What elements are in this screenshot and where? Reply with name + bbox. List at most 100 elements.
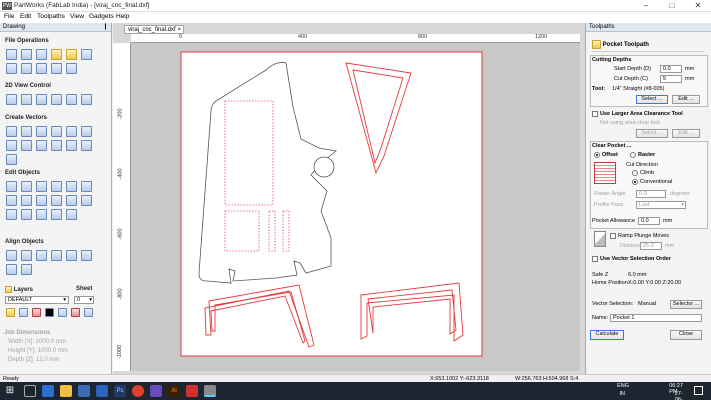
job-setup-icon[interactable]	[81, 49, 92, 60]
circle-hole-vector[interactable]	[313, 156, 335, 178]
node-edit-icon[interactable]	[21, 181, 32, 192]
minimize-icon[interactable]: –	[633, 0, 659, 12]
start-depth-input[interactable]: 0.0	[660, 65, 682, 73]
toolpath-name-input[interactable]: Pocket 1	[610, 314, 702, 322]
redo-icon[interactable]	[21, 63, 32, 74]
language-indicator[interactable]: ENG	[617, 383, 629, 389]
conventional-radio[interactable]	[632, 179, 638, 185]
dimension-icon[interactable]	[51, 140, 62, 151]
layer-select[interactable]: DEFAULT ▾	[5, 296, 69, 304]
zoom-in-icon[interactable]	[21, 94, 32, 105]
align-top-icon[interactable]	[81, 250, 92, 261]
extend-icon[interactable]	[36, 209, 47, 220]
raster-angle-input[interactable]: 0.0	[636, 190, 666, 198]
sheet-select[interactable]: 0 ▾	[74, 296, 94, 304]
mirror-icon[interactable]	[66, 181, 77, 192]
tool-select-button[interactable]: Select ...	[636, 95, 668, 104]
profile-pass-select[interactable]: Last ▾	[636, 201, 686, 209]
draw-curve-icon[interactable]	[6, 154, 17, 165]
larger-area-checkbox[interactable]	[592, 111, 598, 117]
pin-icon[interactable]: ❙	[103, 23, 111, 32]
ungroup-icon[interactable]	[21, 195, 32, 206]
clear-tool-edit-button[interactable]: Edit ...	[672, 129, 700, 138]
delete-layer-icon[interactable]	[71, 308, 80, 317]
group-icon[interactable]	[6, 195, 17, 206]
trim-icon[interactable]	[81, 195, 92, 206]
store-icon[interactable]	[78, 385, 90, 397]
cut-depth-input[interactable]: 5	[660, 75, 682, 83]
new-file-icon[interactable]	[6, 49, 17, 60]
polygon-icon[interactable]	[81, 126, 92, 137]
acrobat-icon[interactable]	[186, 385, 198, 397]
cut-icon[interactable]	[36, 63, 47, 74]
ramp-checkbox[interactable]	[610, 233, 616, 239]
light-bulb-icon[interactable]	[6, 308, 15, 317]
offset-radio[interactable]	[594, 152, 600, 158]
layer-color-icon[interactable]	[32, 308, 41, 317]
ellipse-icon[interactable]	[51, 126, 62, 137]
zoom-extents-icon[interactable]	[6, 94, 17, 105]
menu-gadgets[interactable]: Gadgets	[89, 13, 114, 20]
subtract-icon[interactable]	[51, 195, 62, 206]
offset-icon[interactable]	[66, 140, 77, 151]
nest-icon[interactable]	[51, 209, 62, 220]
menu-toolpaths[interactable]: Toolpaths	[37, 13, 65, 20]
windows-start-icon[interactable]: ⊞	[4, 385, 16, 397]
zoom-selection-icon[interactable]	[81, 94, 92, 105]
select-icon[interactable]	[6, 181, 17, 192]
intersect-icon[interactable]	[66, 195, 77, 206]
weld-icon[interactable]	[36, 195, 47, 206]
document-tab[interactable]: viraj_cnc_final.dxf ×	[124, 25, 184, 34]
vector-order-checkbox[interactable]	[592, 256, 598, 262]
pan-icon[interactable]	[51, 94, 62, 105]
menu-edit[interactable]: Edit	[20, 13, 31, 20]
lock-icon[interactable]	[19, 308, 28, 317]
copy-icon[interactable]	[51, 63, 62, 74]
menu-help[interactable]: Help	[116, 13, 129, 20]
notification-icon[interactable]	[694, 386, 703, 395]
partworks-taskbar-icon[interactable]	[204, 385, 216, 397]
distance-input[interactable]: 25.0	[640, 242, 662, 250]
join-icon[interactable]	[6, 209, 17, 220]
menu-file[interactable]: File	[4, 13, 14, 20]
task-view-icon[interactable]	[24, 385, 36, 397]
scale-icon[interactable]	[81, 181, 92, 192]
close-tab-icon[interactable]: ×	[177, 26, 183, 34]
pocket-allowance-input[interactable]: 0.0	[638, 217, 660, 225]
close-vector-icon[interactable]	[21, 209, 32, 220]
selector-button[interactable]: Selector ...	[670, 300, 702, 309]
star-icon[interactable]	[6, 140, 17, 151]
app-icon[interactable]	[150, 385, 162, 397]
close-icon[interactable]: ✕	[685, 0, 711, 12]
text-icon[interactable]	[21, 140, 32, 151]
arc-icon[interactable]	[21, 126, 32, 137]
raster-radio[interactable]	[630, 152, 636, 158]
align-left-icon[interactable]	[51, 250, 62, 261]
open-file-icon[interactable]	[21, 49, 32, 60]
distribute-icon[interactable]	[21, 264, 32, 275]
clear-tool-select-button[interactable]: Select ...	[636, 129, 668, 138]
close-button[interactable]: Close	[670, 330, 702, 340]
edge-icon[interactable]	[42, 385, 54, 397]
app-icon[interactable]	[96, 385, 108, 397]
move-icon[interactable]	[36, 181, 47, 192]
array-icon[interactable]	[66, 209, 77, 220]
illustrator-icon[interactable]: Ai	[168, 385, 180, 397]
align-center-icon[interactable]	[6, 250, 17, 261]
align-right-icon[interactable]	[66, 250, 77, 261]
fillet-icon[interactable]	[81, 140, 92, 151]
menu-view[interactable]: View	[70, 13, 84, 20]
paste-icon[interactable]	[66, 63, 77, 74]
save-icon[interactable]	[36, 49, 47, 60]
text-on-curve-icon[interactable]	[36, 140, 47, 151]
calculate-button[interactable]: Calculate	[590, 330, 624, 340]
layer-settings-icon[interactable]	[84, 308, 93, 317]
photoshop-icon[interactable]: Ps	[114, 385, 126, 397]
polyline-icon[interactable]	[6, 126, 17, 137]
zoom-box-icon[interactable]	[66, 94, 77, 105]
zoom-out-icon[interactable]	[36, 94, 47, 105]
layer-fill-icon[interactable]	[45, 308, 54, 317]
climb-radio[interactable]	[632, 170, 638, 176]
align-bottom-icon[interactable]	[6, 264, 17, 275]
undo-icon[interactable]	[6, 63, 17, 74]
